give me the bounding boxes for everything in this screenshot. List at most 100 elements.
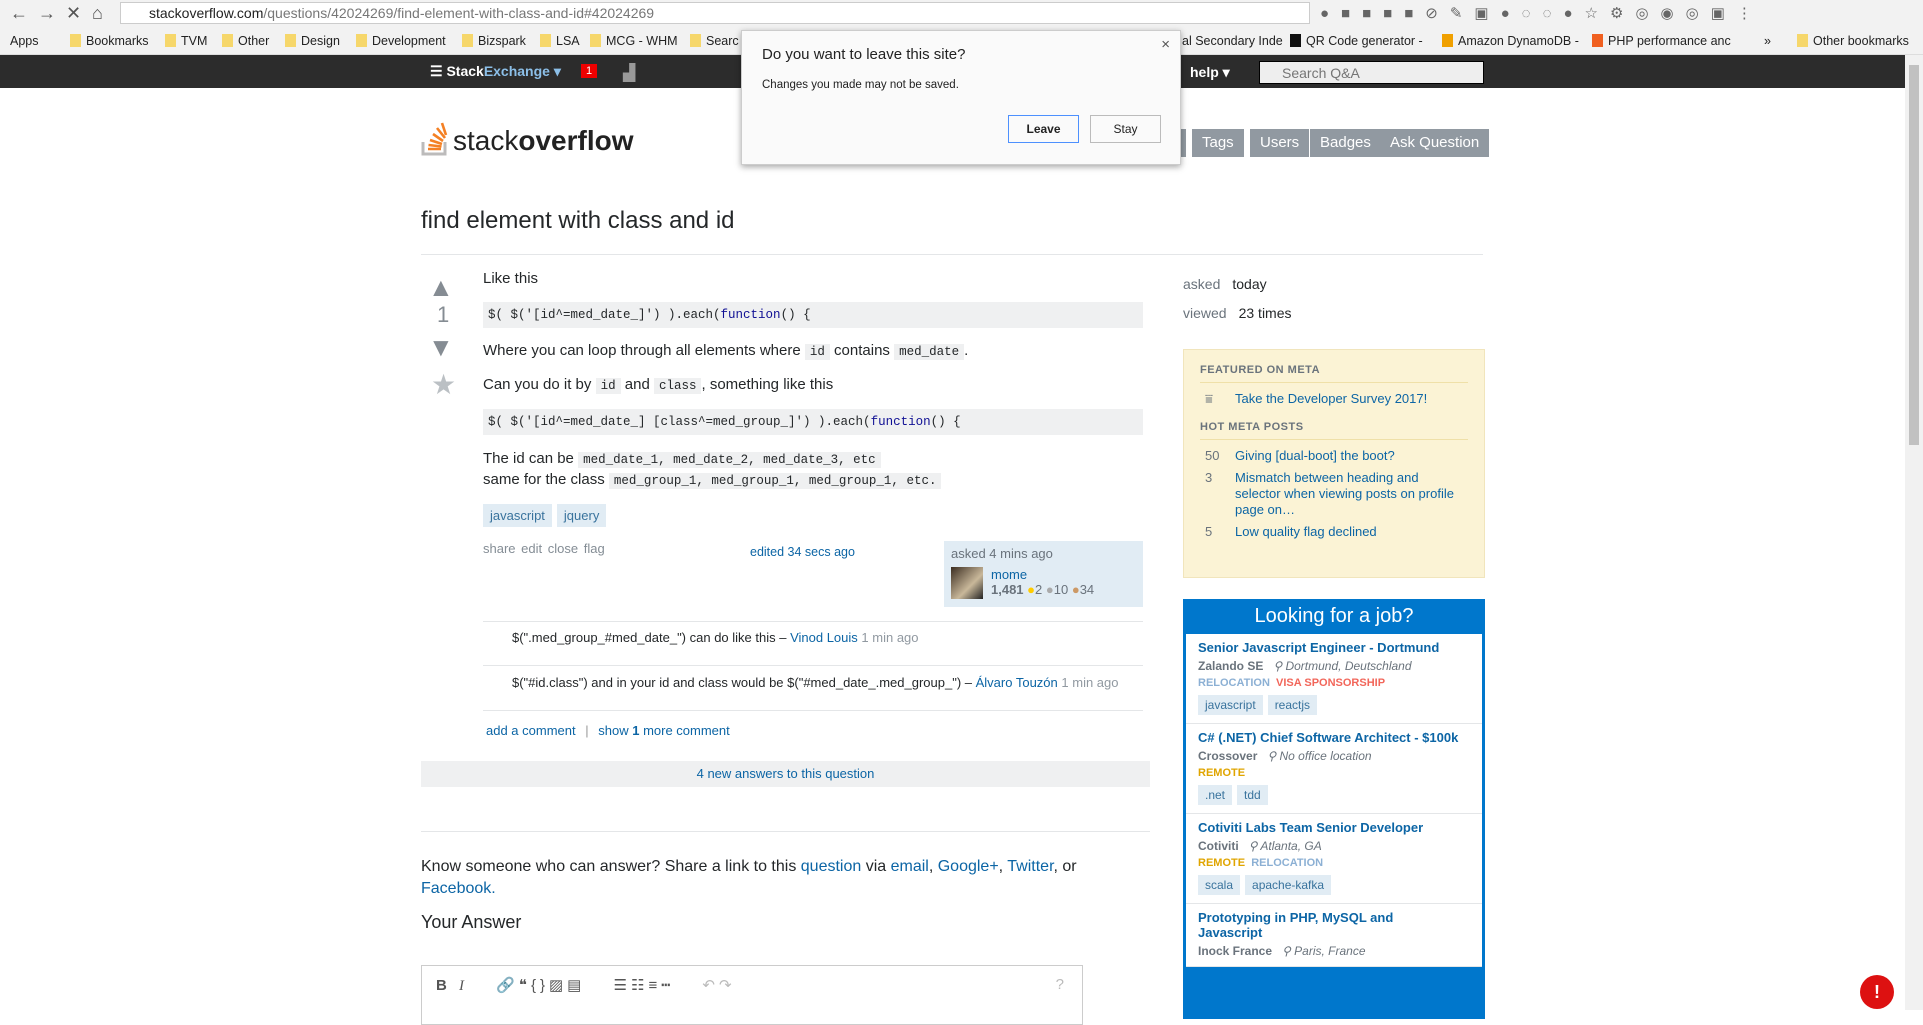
- question-link[interactable]: question: [801, 858, 862, 875]
- snippet-icon[interactable]: ▤: [567, 977, 585, 994]
- scrollbar-thumb[interactable]: [1909, 65, 1919, 445]
- undo-icon[interactable]: ↶: [702, 977, 719, 994]
- your-answer-heading: Your Answer: [421, 912, 522, 932]
- hot-meta-link[interactable]: Giving [dual-boot] the boot?: [1235, 448, 1395, 464]
- bookmark[interactable]: PHP performance anc: [1592, 27, 1731, 55]
- italic-icon[interactable]: I: [459, 978, 468, 994]
- bookmark[interactable]: QR Code generator -: [1290, 27, 1423, 55]
- edit-link[interactable]: edit: [521, 541, 542, 556]
- nav-users[interactable]: Users: [1250, 129, 1310, 157]
- flag-link[interactable]: flag: [584, 541, 605, 556]
- question-stats: asked today viewed 23 times: [1183, 276, 1292, 321]
- job-tag[interactable]: apache-kafka: [1245, 875, 1332, 895]
- hot-meta-link[interactable]: Low quality flag declined: [1235, 524, 1377, 540]
- home-icon[interactable]: ⌂: [92, 3, 103, 24]
- leave-button[interactable]: Leave: [1008, 115, 1079, 143]
- ask-question-button[interactable]: Ask Question: [1380, 129, 1490, 157]
- code-block: $( $('[id^=med_date_] [class^=med_group_…: [483, 409, 1143, 435]
- close-icon[interactable]: ×: [1161, 36, 1170, 53]
- favorite-star-icon[interactable]: ★: [431, 368, 456, 401]
- meta-sidebar: FEATURED ON META ⩸ Take the Developer Sur…: [1183, 349, 1485, 578]
- bookmark-apps[interactable]: Apps: [10, 27, 39, 55]
- googleplus-link[interactable]: Google+: [938, 858, 999, 875]
- twitter-link[interactable]: Twitter: [1007, 858, 1053, 875]
- extension-icons[interactable]: ●■■■■⊘✎▣●◌◌●☆⚙◎◉◎▣⋮: [1320, 4, 1764, 22]
- bookmark[interactable]: MCG - WHM: [590, 27, 678, 55]
- code-icon[interactable]: {}: [531, 977, 549, 994]
- comment-user-link[interactable]: Vinod Louis: [790, 630, 858, 645]
- bullet-list-icon[interactable]: ☷: [631, 977, 648, 994]
- back-icon[interactable]: ←: [10, 3, 28, 24]
- url-path: /questions/42024269/find-element-with-cl…: [263, 5, 655, 21]
- dialog-message: Changes you made may not be saved.: [762, 79, 959, 91]
- stackexchange-menu[interactable]: ☰ StackExchange ▾: [430, 63, 561, 80]
- stop-icon[interactable]: ✕: [66, 3, 81, 24]
- bookmark[interactable]: Bookmarks: [70, 27, 149, 55]
- share-link[interactable]: share: [483, 541, 516, 556]
- bold-icon[interactable]: B: [436, 977, 451, 994]
- job-listing[interactable]: Senior Javascript Engineer - Dortmund Zal…: [1186, 634, 1482, 724]
- comment: $("#id.class") and in your id and class …: [512, 675, 1119, 690]
- upvote-icon[interactable]: ▲: [428, 272, 454, 303]
- downvote-icon[interactable]: ▼: [428, 332, 454, 363]
- job-tag[interactable]: javascript: [1198, 695, 1263, 715]
- job-tag[interactable]: reactjs: [1267, 695, 1318, 715]
- comment-links: add a comment | show 1 more comment: [486, 723, 730, 738]
- achievements-icon[interactable]: ▟: [623, 63, 635, 83]
- add-comment-link[interactable]: add a comment: [486, 723, 576, 738]
- bookmark[interactable]: Design: [285, 27, 340, 55]
- bookmark[interactable]: Other bookmarks: [1797, 27, 1909, 55]
- featured-link[interactable]: Take the Developer Survey 2017!: [1235, 391, 1427, 407]
- post-text: Can you do it by id and class, something…: [483, 376, 834, 394]
- bookmark[interactable]: Bizspark: [462, 27, 526, 55]
- job-tag[interactable]: scala: [1198, 875, 1241, 895]
- hr-icon[interactable]: ┅: [661, 977, 674, 994]
- page-scrollbar[interactable]: [1905, 55, 1923, 1010]
- job-tag[interactable]: tdd: [1237, 785, 1268, 805]
- quote-icon[interactable]: ❝: [519, 977, 531, 994]
- alert-icon[interactable]: !: [1860, 975, 1894, 1009]
- job-listing[interactable]: Prototyping in PHP, MySQL and Javascript…: [1186, 904, 1482, 967]
- forward-icon[interactable]: →: [38, 3, 56, 24]
- new-answers-bar[interactable]: 4 new answers to this question: [421, 761, 1150, 787]
- notification-badge[interactable]: 1: [581, 64, 598, 78]
- bookmark[interactable]: Other: [222, 27, 269, 55]
- help-menu[interactable]: help ▾: [1190, 64, 1230, 81]
- tag-jquery[interactable]: jquery: [556, 504, 607, 527]
- ordered-list-icon[interactable]: ☰: [614, 977, 631, 994]
- hot-meta-heading: HOT META POSTS: [1200, 421, 1468, 440]
- bookmark[interactable]: Searc: [690, 27, 739, 55]
- redo-icon[interactable]: ↷: [719, 977, 736, 994]
- stackoverflow-logo[interactable]: stackoverflow: [421, 120, 634, 157]
- tag-javascript[interactable]: javascript: [483, 504, 552, 527]
- bookmark[interactable]: Amazon DynamoDB -: [1442, 27, 1579, 55]
- comment-user-link[interactable]: Álvaro Touzón: [976, 675, 1058, 690]
- link-icon[interactable]: 🔗: [496, 977, 519, 994]
- bookmark[interactable]: TVM: [165, 27, 207, 55]
- search-input[interactable]: [1259, 61, 1484, 84]
- address-bar[interactable]: stackoverflow.com/questions/42024269/fin…: [120, 2, 1310, 24]
- bookmark[interactable]: LSA: [540, 27, 580, 55]
- stay-button[interactable]: Stay: [1090, 115, 1161, 143]
- hot-meta-link[interactable]: Mismatch between heading and selector wh…: [1235, 470, 1460, 518]
- user-name-link[interactable]: mome: [991, 567, 1027, 582]
- share-prompt: Know someone who can answer? Share a lin…: [421, 858, 1077, 897]
- help-icon[interactable]: ?: [1056, 976, 1068, 993]
- job-listing[interactable]: C# (.NET) Chief Software Architect - $10…: [1186, 724, 1482, 814]
- nav-badges[interactable]: Badges: [1310, 129, 1381, 157]
- show-more-comments-link[interactable]: show 1 more comment: [598, 723, 730, 738]
- bookmarks-overflow[interactable]: »: [1764, 27, 1771, 55]
- nav-tags[interactable]: Tags: [1192, 129, 1244, 157]
- image-icon[interactable]: ▨: [549, 977, 567, 994]
- edited-link[interactable]: edited 34 secs ago: [750, 545, 855, 559]
- job-listing[interactable]: Cotiviti Labs Team Senior Developer Cotiv…: [1186, 814, 1482, 904]
- job-tag[interactable]: .net: [1198, 785, 1233, 805]
- bookmark[interactable]: Development: [356, 27, 446, 55]
- avatar[interactable]: [951, 567, 983, 599]
- facebook-link[interactable]: Facebook: [421, 880, 491, 897]
- heading-icon[interactable]: ≡: [648, 977, 661, 994]
- close-link[interactable]: close: [548, 541, 578, 556]
- bookmark[interactable]: al Secondary Inde: [1182, 27, 1283, 55]
- new-answers-link[interactable]: 4 new answers to this question: [697, 766, 875, 781]
- email-link[interactable]: email: [891, 858, 929, 875]
